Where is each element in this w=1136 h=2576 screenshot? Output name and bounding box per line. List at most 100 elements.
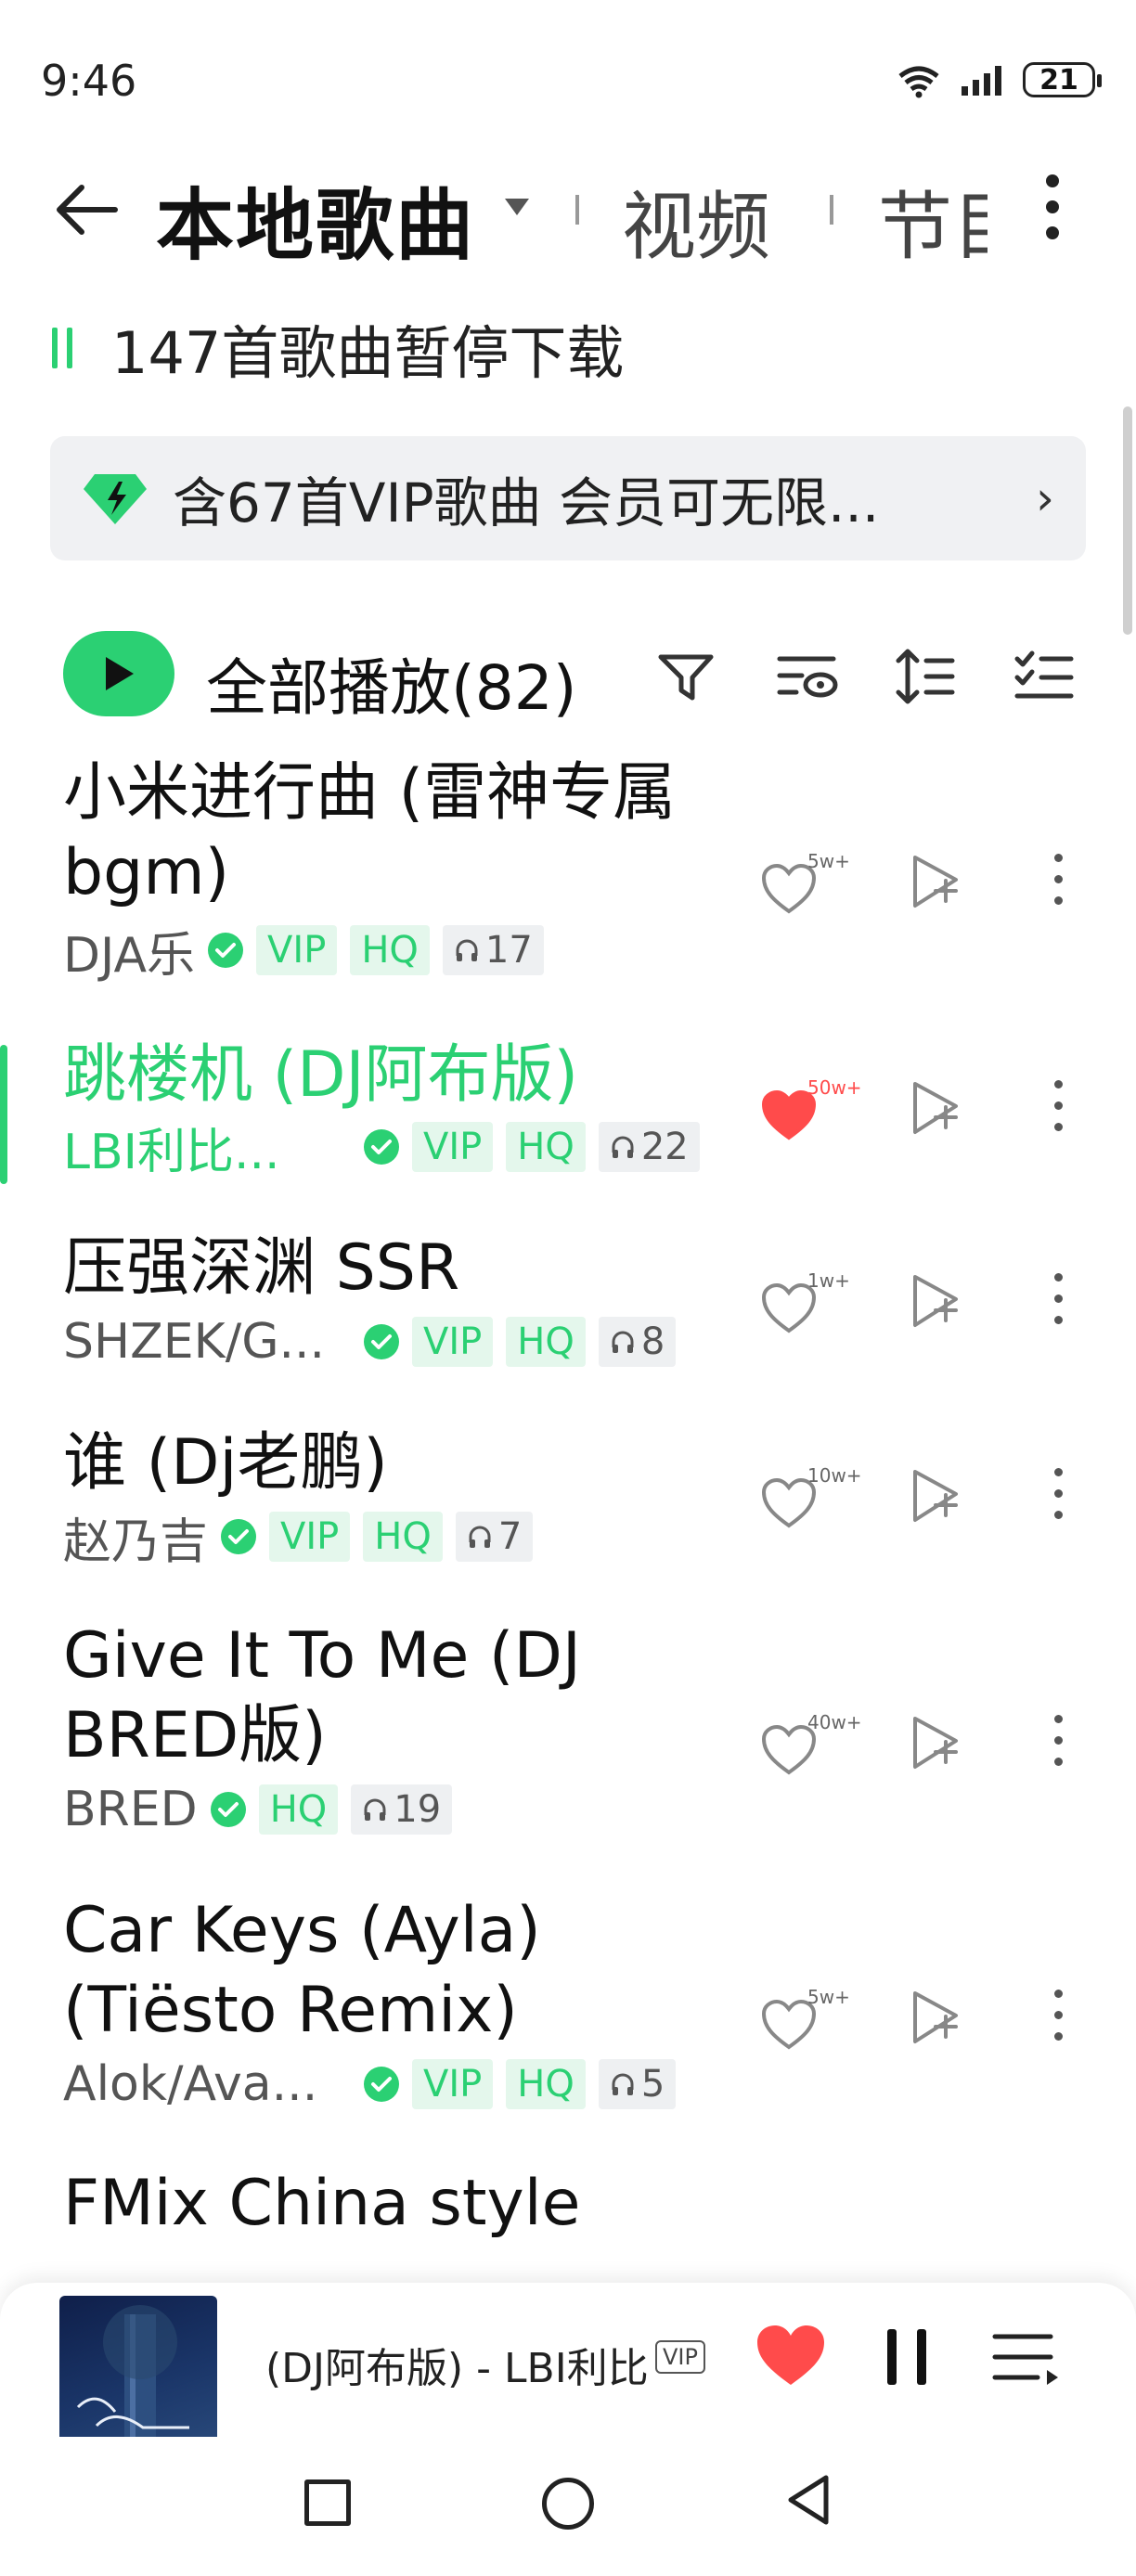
play-all-button[interactable]	[63, 631, 174, 716]
tab-video[interactable]: 视频	[622, 167, 770, 275]
song-meta: Alok/Ava... VIP HQ 5	[63, 2056, 677, 2112]
song-actions: 40w+	[761, 1707, 1095, 1782]
verified-icon	[221, 1519, 257, 1554]
tab-divider	[575, 195, 579, 225]
like-button[interactable]: 5w+	[761, 1982, 863, 2056]
verified-icon	[364, 2067, 399, 2102]
artist-name[interactable]: Alok/Ava...	[63, 2056, 351, 2112]
song-title: 压强深渊 SSR	[63, 1231, 460, 1305]
vip-tag: VIP	[412, 2059, 494, 2109]
play-all-label[interactable]: 全部播放(82)	[206, 638, 576, 728]
more-options-icon[interactable]	[1051, 1990, 1065, 2054]
play-count: 8	[598, 1317, 677, 1367]
like-button[interactable]: 50w+	[761, 1073, 863, 1147]
like-button[interactable]: 5w+	[761, 846, 863, 921]
now-playing-text[interactable]: (DJ阿布版) - LBI利比	[265, 2335, 655, 2394]
nav-back-icon[interactable]	[785, 2474, 832, 2526]
quality-tag: HQ	[258, 1784, 339, 1835]
song-row[interactable]: 跳楼机 (DJ阿布版) LBI利比... VIP HQ 22 50w+	[0, 1036, 1136, 1184]
artist-name[interactable]: LBI利比...	[63, 1113, 351, 1182]
play-count-value: 22	[640, 1126, 689, 1168]
song-title: 谁 (Dj老鹏)	[63, 1426, 388, 1500]
add-to-queue-icon[interactable]	[910, 1271, 963, 1331]
more-options-icon[interactable]	[1051, 1080, 1065, 1144]
headphones-icon	[612, 1331, 634, 1353]
album-art-image	[76, 2305, 189, 2454]
like-heart-icon[interactable]	[755, 2324, 826, 2389]
album-art[interactable]	[59, 2296, 217, 2454]
pause-button[interactable]	[887, 2329, 926, 2385]
artist-name[interactable]: DJA乐	[63, 916, 195, 985]
song-actions: 1w+	[761, 1266, 1095, 1340]
status-icons: 21	[895, 61, 1102, 98]
more-options-icon[interactable]	[1051, 1468, 1065, 1532]
play-count-value: 5	[640, 2063, 665, 2106]
song-title: FMix China style	[63, 2167, 581, 2240]
more-options-icon[interactable]	[1051, 1715, 1065, 1779]
sort-icon[interactable]	[893, 644, 958, 709]
vip-banner[interactable]: 含67首VIP歌曲 会员可无限... ›	[50, 436, 1086, 560]
song-actions: 5w+	[761, 1982, 1095, 2056]
vip-tag: VIP	[256, 925, 338, 975]
song-row[interactable]: 谁 (Dj老鹏) 赵乃吉 VIP HQ 7 10w+	[0, 1423, 1136, 1574]
mini-player[interactable]: (DJ阿布版) - LBI利比 VIP	[0, 2283, 1136, 2454]
status-time: 9:46	[41, 56, 137, 106]
like-count: 10w+	[807, 1464, 862, 1487]
song-row[interactable]: Car Keys (Ayla) (Tiësto Remix) Alok/Ava..…	[0, 1891, 1136, 2121]
song-row[interactable]: 小米进行曲 (雷神专属 bgm) DJA乐 VIP HQ 17 5w+	[0, 753, 1136, 987]
tab-local-songs[interactable]: 本地歌曲	[156, 163, 475, 276]
diamond-icon	[84, 474, 147, 524]
headphones-icon	[364, 1798, 386, 1821]
song-actions: 50w+	[761, 1073, 1095, 1147]
artist-name[interactable]: BRED	[63, 1782, 198, 1837]
view-icon[interactable]	[774, 644, 839, 709]
like-count: 1w+	[807, 1269, 850, 1292]
song-title: Car Keys (Ayla) (Tiësto Remix)	[63, 1894, 541, 2047]
more-options-icon[interactable]	[1051, 1273, 1065, 1337]
more-menu-icon[interactable]	[1043, 174, 1062, 252]
filter-icon[interactable]	[653, 644, 718, 709]
chevron-down-icon[interactable]	[505, 199, 529, 215]
playlist-icon[interactable]	[991, 2327, 1062, 2392]
headphones-icon	[456, 939, 478, 961]
quality-tag: HQ	[506, 2059, 586, 2109]
like-button[interactable]: 40w+	[761, 1707, 863, 1782]
song-row[interactable]: FMix China style20w+	[0, 2164, 1136, 2358]
play-count-value: 8	[640, 1320, 665, 1363]
song-meta: LBI利比... VIP HQ 22	[63, 1119, 700, 1180]
add-to-queue-icon[interactable]	[910, 1466, 963, 1526]
signal-icon	[962, 66, 1001, 96]
verified-icon	[210, 1792, 246, 1827]
play-count: 22	[598, 1122, 700, 1172]
artist-name[interactable]: 赵乃吉	[63, 1502, 208, 1572]
artist-name[interactable]: SHZEK/G...	[63, 1314, 351, 1370]
more-options-icon[interactable]	[1051, 854, 1065, 918]
multi-select-icon[interactable]	[1012, 644, 1077, 709]
back-arrow-icon[interactable]	[54, 182, 119, 238]
add-to-queue-icon[interactable]	[910, 852, 963, 911]
quality-tag: HQ	[350, 925, 430, 975]
song-row[interactable]: Give It To Me (DJ BRED版) BRED HQ 19 40w+	[0, 1616, 1136, 1847]
play-count-value: 7	[497, 1515, 523, 1558]
like-button[interactable]: 1w+	[761, 1266, 863, 1340]
song-title: 小米进行曲 (雷神专属 bgm)	[63, 756, 677, 909]
like-button[interactable]: 10w+	[761, 1461, 863, 1535]
scrollbar[interactable]	[1123, 406, 1132, 635]
add-to-queue-icon[interactable]	[910, 1078, 963, 1138]
tab-program[interactable]: 节目	[878, 167, 988, 275]
song-meta: 赵乃吉 VIP HQ 7	[63, 1509, 534, 1570]
play-count-value: 17	[484, 929, 533, 972]
play-icon	[106, 657, 134, 690]
home-icon[interactable]	[542, 2478, 594, 2530]
vip-tag: VIP	[412, 1317, 494, 1367]
recent-apps-icon[interactable]	[304, 2479, 351, 2526]
battery-level: 21	[1039, 63, 1078, 97]
header: 本地歌曲 视频 节目	[0, 158, 1136, 271]
song-row[interactable]: 压强深渊 SSR SHZEK/G... VIP HQ 8 1w+	[0, 1229, 1136, 1379]
add-to-queue-icon[interactable]	[910, 1988, 963, 2047]
add-to-queue-icon[interactable]	[910, 1713, 963, 1772]
download-notice[interactable]: 147首歌曲暂停下载	[52, 306, 624, 390]
pause-download-icon	[52, 328, 72, 368]
wifi-icon	[898, 66, 939, 98]
like-count: 50w+	[807, 1076, 862, 1099]
